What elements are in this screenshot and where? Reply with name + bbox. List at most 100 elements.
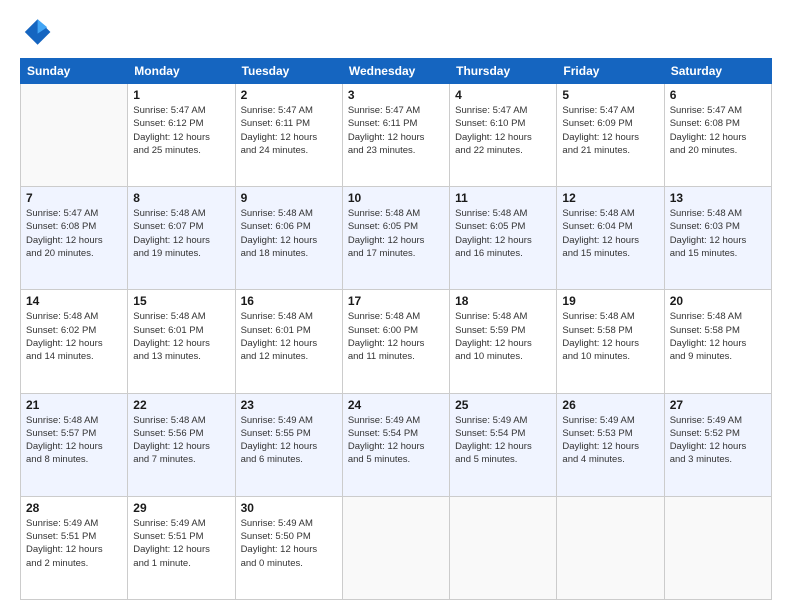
calendar-cell [450,496,557,599]
page: SundayMondayTuesdayWednesdayThursdayFrid… [0,0,792,612]
day-number: 13 [670,191,766,205]
calendar-cell: 24Sunrise: 5:49 AM Sunset: 5:54 PM Dayli… [342,393,449,496]
calendar-cell: 9 Sunrise: 5:48 AM Sunset: 6:06 PM Daylig… [235,187,342,290]
calendar-week-row: 1 Sunrise: 5:47 AM Sunset: 6:12 PM Daylig… [21,84,772,187]
day-info: Sunrise: 5:47 AM Sunset: 6:11 PM Dayligh… [241,104,337,157]
calendar-body: 1 Sunrise: 5:47 AM Sunset: 6:12 PM Daylig… [21,84,772,600]
day-number: 14 [26,294,122,308]
day-number: 4 [455,88,551,102]
day-number: 7 [26,191,122,205]
day-number: 10 [348,191,444,205]
day-info: Sunrise: 5:49 AM Sunset: 5:51 PM Dayligh… [26,517,122,570]
day-info: Sunrise: 5:49 AM Sunset: 5:54 PM Dayligh… [455,414,551,467]
logo [20,16,58,48]
day-info: Sunrise: 5:48 AM Sunset: 6:04 PM Dayligh… [562,207,658,260]
day-number: 27 [670,398,766,412]
day-number: 3 [348,88,444,102]
day-number: 5 [562,88,658,102]
day-number: 15 [133,294,229,308]
day-number: 21 [26,398,122,412]
day-info: Sunrise: 5:48 AM Sunset: 6:00 PM Dayligh… [348,310,444,363]
calendar-header: SundayMondayTuesdayWednesdayThursdayFrid… [21,59,772,84]
calendar-cell: 19Sunrise: 5:48 AM Sunset: 5:58 PM Dayli… [557,290,664,393]
day-info: Sunrise: 5:49 AM Sunset: 5:54 PM Dayligh… [348,414,444,467]
day-number: 12 [562,191,658,205]
calendar-cell: 28 Sunrise: 5:49 AM Sunset: 5:51 PM Dayli… [21,496,128,599]
day-info: Sunrise: 5:47 AM Sunset: 6:10 PM Dayligh… [455,104,551,157]
day-number: 29 [133,501,229,515]
calendar-cell: 22Sunrise: 5:48 AM Sunset: 5:56 PM Dayli… [128,393,235,496]
calendar-cell: 23 Sunrise: 5:49 AM Sunset: 5:55 PM Dayli… [235,393,342,496]
weekday-header-wednesday: Wednesday [342,59,449,84]
day-info: Sunrise: 5:48 AM Sunset: 6:05 PM Dayligh… [455,207,551,260]
day-number: 18 [455,294,551,308]
day-number: 25 [455,398,551,412]
day-number: 2 [241,88,337,102]
calendar-cell: 7 Sunrise: 5:47 AM Sunset: 6:08 PM Daylig… [21,187,128,290]
day-number: 28 [26,501,122,515]
calendar-cell: 25 Sunrise: 5:49 AM Sunset: 5:54 PM Dayli… [450,393,557,496]
calendar-cell [21,84,128,187]
day-info: Sunrise: 5:48 AM Sunset: 6:01 PM Dayligh… [241,310,337,363]
day-number: 23 [241,398,337,412]
day-info: Sunrise: 5:47 AM Sunset: 6:12 PM Dayligh… [133,104,229,157]
day-number: 26 [562,398,658,412]
calendar-week-row: 28 Sunrise: 5:49 AM Sunset: 5:51 PM Dayli… [21,496,772,599]
day-info: Sunrise: 5:48 AM Sunset: 5:58 PM Dayligh… [562,310,658,363]
day-info: Sunrise: 5:48 AM Sunset: 6:07 PM Dayligh… [133,207,229,260]
calendar-cell: 12 Sunrise: 5:48 AM Sunset: 6:04 PM Dayli… [557,187,664,290]
day-number: 20 [670,294,766,308]
calendar-cell: 21 Sunrise: 5:48 AM Sunset: 5:57 PM Dayli… [21,393,128,496]
calendar-cell: 5 Sunrise: 5:47 AM Sunset: 6:09 PM Daylig… [557,84,664,187]
day-info: Sunrise: 5:47 AM Sunset: 6:08 PM Dayligh… [26,207,122,260]
day-info: Sunrise: 5:48 AM Sunset: 5:57 PM Dayligh… [26,414,122,467]
calendar-cell: 4 Sunrise: 5:47 AM Sunset: 6:10 PM Daylig… [450,84,557,187]
calendar-cell: 20 Sunrise: 5:48 AM Sunset: 5:58 PM Dayli… [664,290,771,393]
day-info: Sunrise: 5:49 AM Sunset: 5:51 PM Dayligh… [133,517,229,570]
weekday-header-sunday: Sunday [21,59,128,84]
day-info: Sunrise: 5:47 AM Sunset: 6:08 PM Dayligh… [670,104,766,157]
calendar-cell: 26 Sunrise: 5:49 AM Sunset: 5:53 PM Dayli… [557,393,664,496]
day-info: Sunrise: 5:48 AM Sunset: 6:03 PM Dayligh… [670,207,766,260]
day-number: 22 [133,398,229,412]
logo-icon [20,16,52,48]
day-number: 6 [670,88,766,102]
day-info: Sunrise: 5:49 AM Sunset: 5:53 PM Dayligh… [562,414,658,467]
calendar-cell: 10 Sunrise: 5:48 AM Sunset: 6:05 PM Dayli… [342,187,449,290]
calendar-cell: 13 Sunrise: 5:48 AM Sunset: 6:03 PM Dayli… [664,187,771,290]
calendar-cell [342,496,449,599]
day-info: Sunrise: 5:48 AM Sunset: 5:59 PM Dayligh… [455,310,551,363]
calendar-cell [664,496,771,599]
day-number: 30 [241,501,337,515]
calendar-cell: 18 Sunrise: 5:48 AM Sunset: 5:59 PM Dayli… [450,290,557,393]
calendar-week-row: 21 Sunrise: 5:48 AM Sunset: 5:57 PM Dayli… [21,393,772,496]
day-number: 9 [241,191,337,205]
day-number: 1 [133,88,229,102]
weekday-header-saturday: Saturday [664,59,771,84]
weekday-header-friday: Friday [557,59,664,84]
calendar-cell: 15 Sunrise: 5:48 AM Sunset: 6:01 PM Dayli… [128,290,235,393]
day-info: Sunrise: 5:48 AM Sunset: 6:05 PM Dayligh… [348,207,444,260]
weekday-header-tuesday: Tuesday [235,59,342,84]
day-info: Sunrise: 5:49 AM Sunset: 5:55 PM Dayligh… [241,414,337,467]
calendar-cell: 3 Sunrise: 5:47 AM Sunset: 6:11 PM Daylig… [342,84,449,187]
weekday-header-monday: Monday [128,59,235,84]
day-info: Sunrise: 5:49 AM Sunset: 5:52 PM Dayligh… [670,414,766,467]
weekday-header-thursday: Thursday [450,59,557,84]
calendar-cell [557,496,664,599]
calendar-cell: 16Sunrise: 5:48 AM Sunset: 6:01 PM Dayli… [235,290,342,393]
calendar-cell: 27 Sunrise: 5:49 AM Sunset: 5:52 PM Dayli… [664,393,771,496]
day-info: Sunrise: 5:48 AM Sunset: 6:06 PM Dayligh… [241,207,337,260]
day-info: Sunrise: 5:47 AM Sunset: 6:11 PM Dayligh… [348,104,444,157]
calendar-week-row: 7 Sunrise: 5:47 AM Sunset: 6:08 PM Daylig… [21,187,772,290]
day-number: 11 [455,191,551,205]
day-info: Sunrise: 5:48 AM Sunset: 6:01 PM Dayligh… [133,310,229,363]
header [20,16,772,48]
calendar-cell: 14Sunrise: 5:48 AM Sunset: 6:02 PM Dayli… [21,290,128,393]
day-info: Sunrise: 5:47 AM Sunset: 6:09 PM Dayligh… [562,104,658,157]
calendar-week-row: 14Sunrise: 5:48 AM Sunset: 6:02 PM Dayli… [21,290,772,393]
calendar-cell: 11 Sunrise: 5:48 AM Sunset: 6:05 PM Dayli… [450,187,557,290]
day-info: Sunrise: 5:48 AM Sunset: 5:58 PM Dayligh… [670,310,766,363]
calendar-cell: 29 Sunrise: 5:49 AM Sunset: 5:51 PM Dayli… [128,496,235,599]
calendar-cell: 1 Sunrise: 5:47 AM Sunset: 6:12 PM Daylig… [128,84,235,187]
